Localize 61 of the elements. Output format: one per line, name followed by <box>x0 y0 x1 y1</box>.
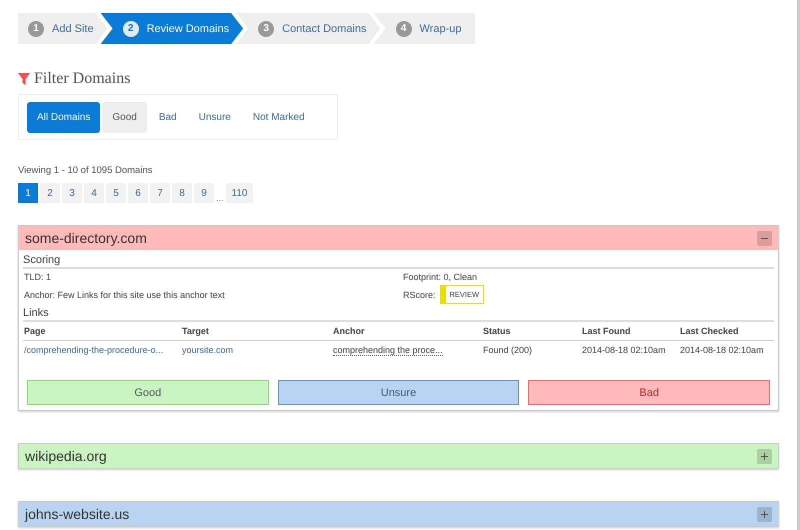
filter-option[interactable]: Bad <box>148 102 187 132</box>
column-header: Last Checked <box>679 322 774 340</box>
page-button[interactable]: 5 <box>106 183 126 203</box>
plus-icon[interactable] <box>757 506 772 522</box>
step-number: 1 <box>28 20 44 36</box>
section-title: Scoring <box>23 254 774 269</box>
step-number: 2 <box>122 20 139 36</box>
table-cell: 2014-08-18 02:10am <box>679 340 774 360</box>
filter-title: Filter Domains <box>34 70 130 88</box>
column-header: Page <box>23 322 181 340</box>
page-button[interactable]: 110 <box>226 183 254 203</box>
plus-icon[interactable] <box>757 448 772 464</box>
filter-option[interactable]: Good <box>102 102 147 132</box>
column-header: Target <box>181 322 332 340</box>
domain-header[interactable]: wikipedia.org <box>19 444 778 468</box>
step-number: 4 <box>396 20 412 36</box>
viewing-count: Viewing 1 - 10 of 1095 Domains <box>18 165 154 176</box>
column-header: Last Found <box>581 322 679 340</box>
filter-icon <box>18 73 30 85</box>
step-label: Add Site <box>52 22 94 34</box>
page-button[interactable]: 1 <box>18 183 38 203</box>
score-text: Footprint: 0, Clean <box>403 272 478 282</box>
wizard-step[interactable]: 4 Wrap-up <box>374 13 476 44</box>
score-text: TLD: 1 <box>24 272 52 282</box>
table-link[interactable]: /comprehending-the-procedure-o... <box>23 340 181 360</box>
page-button[interactable]: 2 <box>40 183 60 203</box>
score-text: Anchor: Few Links for this site use this anchor text <box>24 290 226 300</box>
section-title: Links <box>23 307 774 322</box>
column-header: Anchor <box>332 322 482 340</box>
domain-header[interactable]: some-directory.com <box>19 226 778 250</box>
table-link[interactable]: yoursite.com <box>181 340 332 360</box>
page-button[interactable]: 6 <box>128 183 148 203</box>
table-cell: comprehending the proce... <box>332 340 482 360</box>
wizard-step[interactable]: 1 Add Site <box>18 13 108 44</box>
mark-button[interactable]: Unsure <box>278 380 520 405</box>
page-button[interactable]: 7 <box>150 183 170 203</box>
step-label: Contact Domains <box>282 22 366 34</box>
domain-header[interactable]: johns-website.us <box>19 502 778 526</box>
page-button[interactable]: 8 <box>172 183 192 203</box>
filter-option[interactable]: All Domains <box>27 102 100 132</box>
mark-button[interactable]: Good <box>27 380 269 405</box>
domain-name: some-directory.com <box>25 230 147 246</box>
column-header: Status <box>482 322 581 340</box>
page-button[interactable]: 9 <box>194 183 214 203</box>
filter-option[interactable]: Not Marked <box>242 102 315 132</box>
table-cell: 2014-08-18 02:10am <box>581 340 679 360</box>
domain-name: wikipedia.org <box>25 448 107 464</box>
step-label: Wrap-up <box>420 22 462 34</box>
pagination-ellipsis: ... <box>216 193 224 203</box>
table-cell: Found (200) <box>482 340 581 360</box>
score-label: RScore: <box>403 290 436 300</box>
step-label: Review Domains <box>146 22 230 34</box>
filter-option[interactable]: Unsure <box>188 102 241 132</box>
domain-name: johns-website.us <box>25 506 130 522</box>
page-button[interactable]: 3 <box>62 183 82 203</box>
wizard-step[interactable]: 3 Contact Domains <box>236 13 380 44</box>
page-button[interactable]: 4 <box>84 183 104 203</box>
mark-button[interactable]: Bad <box>528 380 770 405</box>
wizard-step[interactable]: 2 Review Domains <box>100 13 244 44</box>
minus-icon[interactable] <box>757 230 772 246</box>
step-number: 3 <box>258 20 274 36</box>
